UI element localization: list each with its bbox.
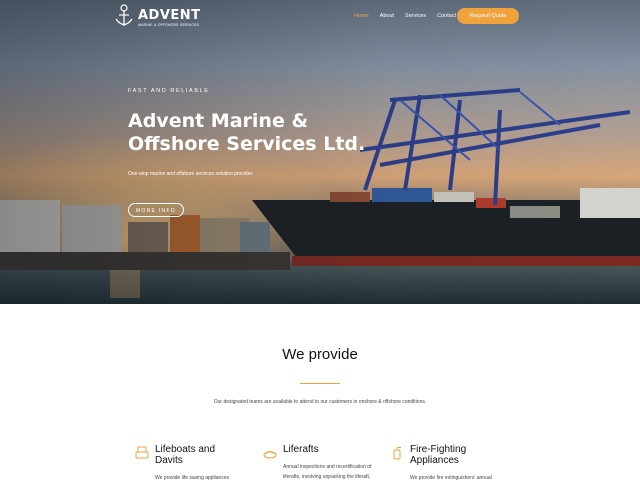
brand-tagline: MARINE & OFFSHORE SERVICES <box>138 23 200 27</box>
section-divider <box>300 383 340 384</box>
lifeboat-icon <box>135 446 149 459</box>
hero-eyebrow: FAST AND RELIABLE <box>128 88 210 94</box>
more-info-button[interactable]: MORE INFO <box>128 203 184 217</box>
service-title-line-1: Liferafts <box>283 444 319 455</box>
nav-item-contact[interactable]: Contact <box>437 13 456 19</box>
anchor-icon <box>115 4 133 26</box>
brand-logo[interactable]: ADVENT MARINE & OFFSHORE SERVICES <box>114 4 200 30</box>
brand-name: ADVENT <box>138 8 201 23</box>
service-title-line-2: Appliances <box>410 455 459 466</box>
liferaft-icon <box>263 451 277 459</box>
service-text: Annual inspections and recertification o… <box>283 462 393 482</box>
request-quote-button[interactable]: Request Quote <box>457 8 519 24</box>
service-title-line-1: Lifeboats and <box>155 444 216 455</box>
nav-item-home[interactable]: Home <box>354 13 369 19</box>
service-title-line-1: Fire-Fighting <box>410 444 467 455</box>
service-text: We provide fire extinguishers' annual <box>410 475 492 481</box>
section-title: We provide <box>282 346 358 363</box>
fire-extinguisher-icon <box>393 447 401 460</box>
nav-item-about[interactable]: About <box>380 13 394 19</box>
service-text: We provide life saving appliances <box>155 475 230 481</box>
service-title: Fire-Fighting Appliances <box>410 444 520 466</box>
main-menu: Home About Services Contact <box>354 13 467 19</box>
top-navigation: ADVENT MARINE & OFFSHORE SERVICES Home A… <box>0 0 640 34</box>
service-title: Lifeboats and Davits <box>155 444 265 466</box>
hero-title: Advent Marine & Offshore Services Ltd. <box>128 110 388 156</box>
hero-title-line-2: Offshore Services Ltd. <box>128 133 366 155</box>
hero-subtitle: One-stop marine and offshore services so… <box>128 171 254 177</box>
section-description: Our designated teams are available to at… <box>213 399 427 405</box>
service-title-line-2: Davits <box>155 455 183 466</box>
hero-title-line-1: Advent Marine & <box>128 110 309 132</box>
nav-item-services[interactable]: Services <box>405 13 426 19</box>
service-text-line-1: Annual inspections and recertification o… <box>283 464 372 470</box>
service-title: Liferafts <box>283 444 393 455</box>
